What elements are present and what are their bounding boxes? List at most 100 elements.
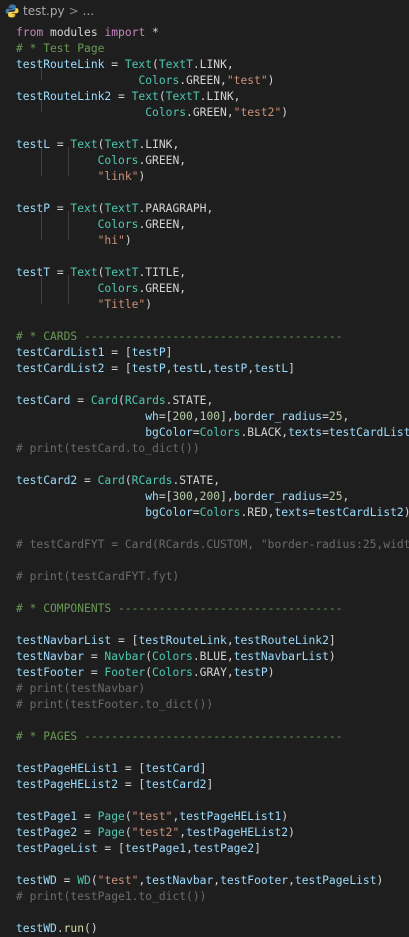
code-line: testPageHEList2 = [testCard2]: [16, 777, 213, 793]
code-token: Text: [70, 266, 98, 279]
code-token: (: [118, 394, 125, 407]
code-token: TextT: [104, 138, 139, 151]
code-line: # print(testCardFYT.fyt): [16, 569, 179, 585]
code-token: testL: [254, 362, 289, 375]
code-token: ): [267, 666, 275, 679]
code-token: ,: [342, 410, 350, 423]
code-token: Colors: [97, 154, 139, 167]
code-token: run: [63, 922, 85, 935]
code-line: testRouteLink2 = Text(TextT.LINK,: [16, 89, 240, 105]
code-token: wh: [145, 410, 159, 423]
code-token: =: [192, 426, 200, 439]
code-line: testWD.run(): [16, 921, 98, 937]
code-token: Colors: [152, 650, 193, 663]
code-token: .GRAY,: [192, 666, 234, 679]
code-token: bgColor: [145, 506, 193, 519]
code-token: modules: [43, 26, 105, 39]
code-token: ,: [342, 490, 350, 503]
code-token: testCard: [16, 394, 71, 407]
code-token: Colors: [199, 506, 241, 519]
python-icon: [5, 4, 19, 18]
code-token: wh: [145, 490, 159, 503]
code-token: testNavbar: [145, 874, 214, 887]
code-token: testPage1: [16, 810, 78, 823]
code-token: ): [267, 74, 275, 87]
code-token: testCardList2: [16, 362, 105, 375]
code-token: =: [56, 874, 78, 887]
code-token: testP: [131, 362, 166, 375]
code-token: = [: [97, 842, 125, 855]
code-token: ): [281, 810, 289, 823]
code-token: =: [84, 666, 105, 679]
code-token: =: [104, 58, 125, 71]
code-token: .STATE,: [165, 394, 214, 407]
code-token: testPageHEList2: [186, 826, 289, 839]
code-token: (: [158, 90, 166, 103]
code-token: # * COMPONENTS -------------------------…: [16, 602, 343, 615]
code-line: bgColor=Colors.BLACK,texts=testCardList1…: [16, 425, 409, 441]
code-token: 200: [172, 410, 193, 423]
code-line: # testCardFYT = Card(RCards.CUSTOM, "bor…: [16, 537, 409, 553]
code-line: "link"): [16, 169, 146, 185]
code-token: =[: [158, 410, 173, 423]
code-token: .GREEN,: [138, 154, 187, 167]
code-token: testP: [131, 346, 166, 359]
code-token: =: [322, 410, 329, 423]
breadcrumb-more[interactable]: ...: [83, 4, 94, 18]
code-token: testCard2: [16, 474, 78, 487]
code-token: "Title": [97, 298, 146, 311]
code-token: ]: [206, 778, 214, 791]
code-token: (: [124, 810, 132, 823]
code-token: Page: [97, 810, 125, 823]
code-line: Colors.GREEN,"test2"): [16, 105, 288, 121]
code-token: = [: [118, 778, 146, 791]
code-line: # print(testFooter.to_dict()): [16, 697, 213, 713]
code-token: border_radius: [233, 410, 323, 423]
code-token: ): [138, 170, 146, 183]
code-token: 25: [328, 490, 343, 503]
code-token: "test2": [233, 106, 282, 119]
code-token: =: [322, 426, 329, 439]
code-token: testFooter: [220, 874, 289, 887]
code-token: ): [404, 506, 409, 519]
code-token: testPageList: [16, 842, 98, 855]
code-token: =: [77, 826, 98, 839]
code-line: Colors.GREEN,: [16, 153, 186, 169]
code-token: "test": [97, 874, 139, 887]
code-line: from modules import *: [16, 25, 159, 41]
code-token: ): [145, 298, 153, 311]
code-token: Navbar: [104, 650, 146, 663]
breadcrumb-file[interactable]: test.py: [23, 4, 65, 18]
code-token: (: [124, 826, 132, 839]
code-token: = [: [104, 362, 132, 375]
code-token: TextT: [104, 202, 139, 215]
code-editor[interactable]: from modules import * # * Test Page testRo…: [0, 22, 409, 937]
code-token: testCard: [145, 762, 200, 775]
code-token: Colors: [145, 106, 187, 119]
code-token: .: [56, 922, 64, 935]
code-token: testPageList: [294, 874, 377, 887]
code-token: .RED,: [240, 506, 275, 519]
code-line: testCard = Card(RCards.STATE,: [16, 393, 213, 409]
code-token: testNavbarList: [233, 650, 329, 663]
code-token: testRouteLink: [16, 58, 105, 71]
code-token: ,: [192, 410, 200, 423]
code-line: Colors.GREEN,: [16, 281, 186, 297]
code-line: # print(testPage1.to_dict()): [16, 889, 206, 905]
code-line: # * PAGES ------------------------------…: [16, 729, 342, 745]
code-token: testPageHEList1: [179, 810, 282, 823]
code-token: texts: [274, 506, 309, 519]
code-line: testPage1 = Page("test",testPageHEList1): [16, 809, 288, 825]
code-token: TextT: [104, 266, 139, 279]
code-token: # * Test Page: [16, 42, 105, 55]
breadcrumb: test.py > ...: [0, 0, 409, 22]
code-token: (: [152, 58, 159, 71]
code-line: wh=[300,200],border_radius=25,: [16, 489, 349, 505]
code-token: testP: [16, 202, 51, 215]
code-line: # print(testNavbar): [16, 681, 145, 697]
